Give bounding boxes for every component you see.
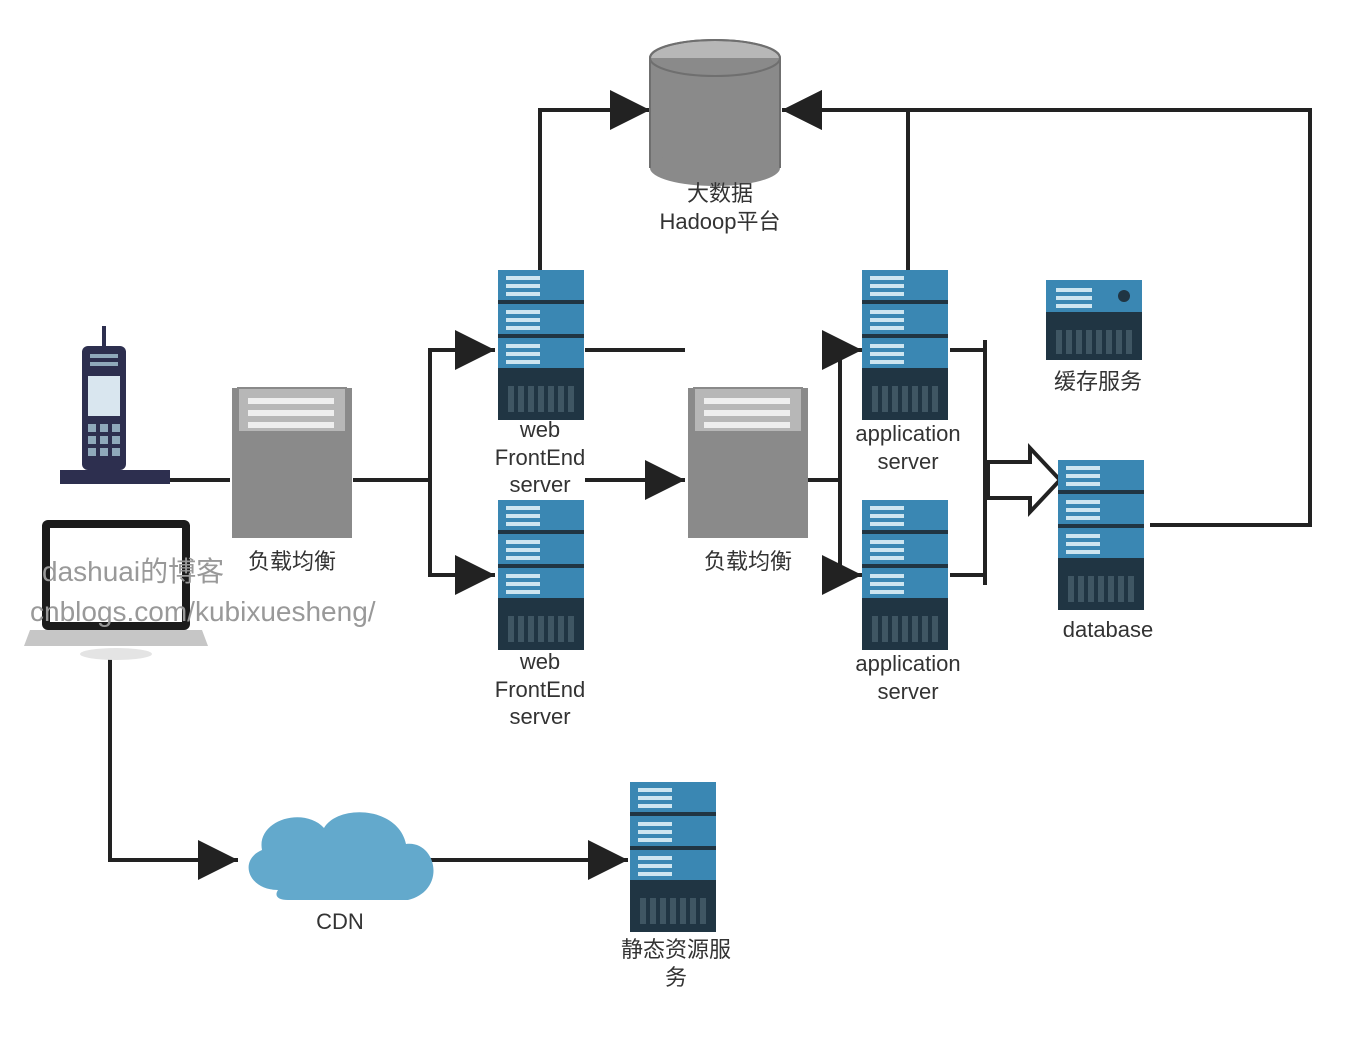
diagram-svg xyxy=(0,0,1348,1056)
load-balancer-icon xyxy=(688,388,808,538)
database-cylinder-icon xyxy=(650,40,780,186)
small-server-icon xyxy=(1046,280,1142,360)
app-server-1-label: application server xyxy=(838,420,978,475)
load-balancer-icon xyxy=(232,388,352,538)
server-rack-icon xyxy=(1058,460,1144,610)
hadoop-label: 大数据 Hadoop平台 xyxy=(630,180,810,235)
phone-icon xyxy=(60,326,170,484)
watermark-line1: dashuai的博客 xyxy=(42,552,224,591)
static-resource-label: 静态资源服 务 xyxy=(606,936,746,991)
cdn-label: CDN xyxy=(270,908,410,936)
server-rack-icon xyxy=(498,500,584,650)
database-label: database xyxy=(1038,616,1178,644)
server-rack-icon xyxy=(630,782,716,932)
watermark-line2: cnblogs.com/kubixuesheng/ xyxy=(30,592,376,631)
load-balancer-2-label: 负载均衡 xyxy=(678,548,818,576)
cloud-icon xyxy=(249,812,434,900)
web-frontend-1-label: web FrontEnd server xyxy=(470,416,610,499)
server-rack-icon xyxy=(862,500,948,650)
load-balancer-1-label: 负载均衡 xyxy=(222,548,362,576)
server-rack-icon xyxy=(862,270,948,420)
app-server-2-label: application server xyxy=(838,650,978,705)
cache-service-label: 缓存服务 xyxy=(1028,368,1168,396)
block-arrow-icon xyxy=(988,448,1060,512)
server-rack-icon xyxy=(498,270,584,420)
architecture-diagram: 大数据 Hadoop平台 负载均衡 负载均衡 web FrontEnd serv… xyxy=(0,0,1348,1056)
web-frontend-2-label: web FrontEnd server xyxy=(470,648,610,731)
